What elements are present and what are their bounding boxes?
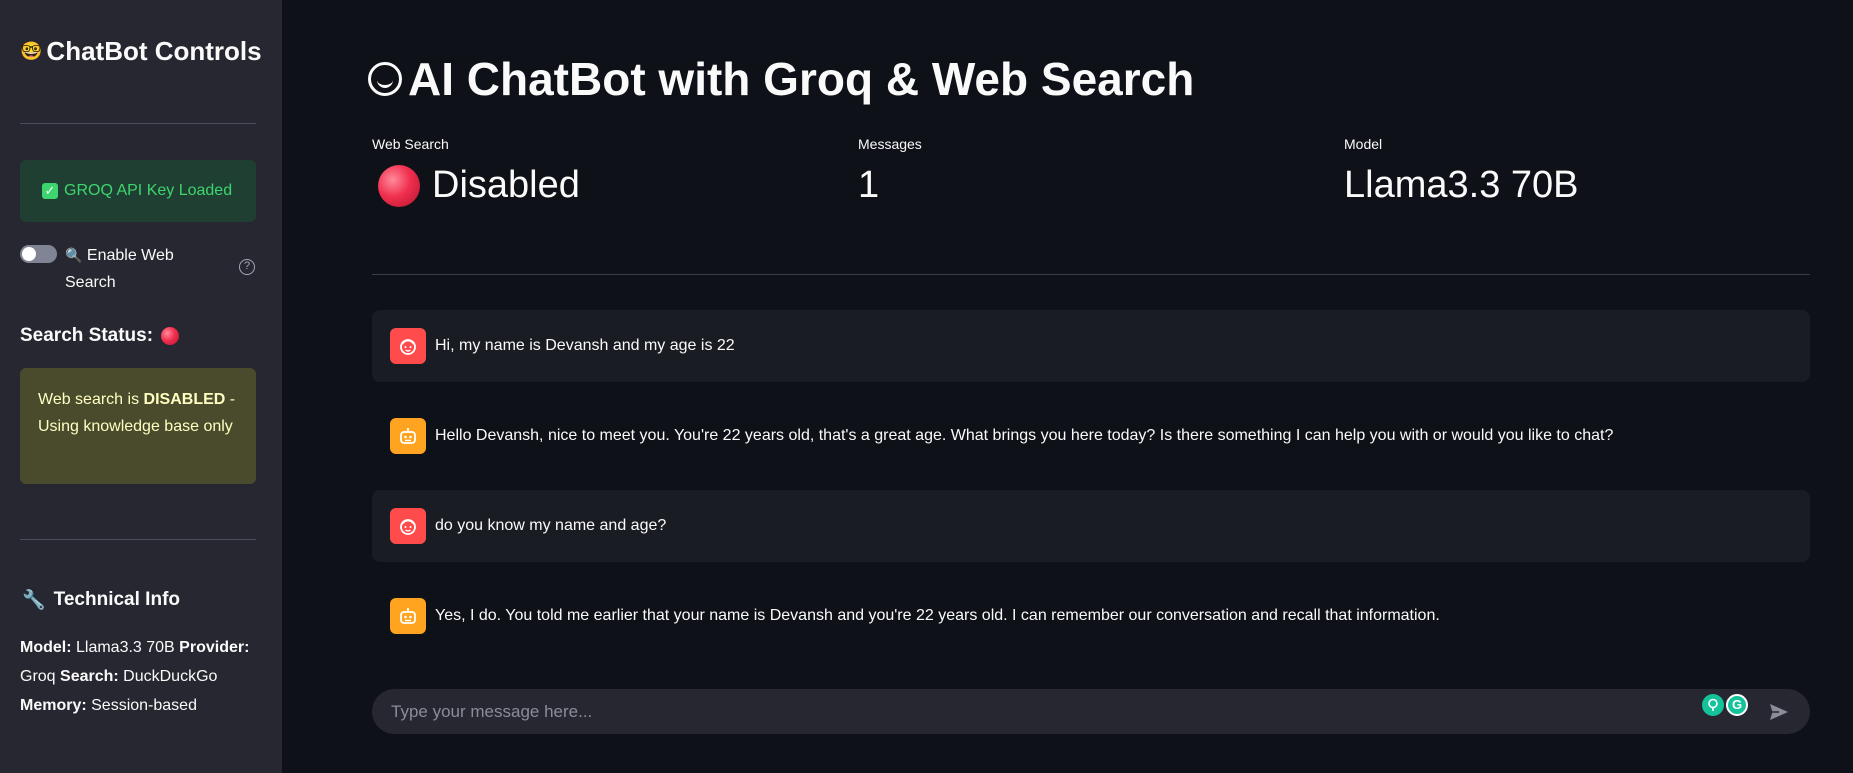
provider-label: Provider: xyxy=(179,639,250,656)
metric-messages-label: Messages xyxy=(858,136,922,152)
chat-message-user: do you know my name and age? xyxy=(372,490,1810,562)
chat-input-bar: G xyxy=(372,689,1810,734)
red-circle-icon xyxy=(161,327,180,345)
search-label: Search: xyxy=(60,668,119,685)
robot-icon xyxy=(390,598,426,634)
web-search-warning: Web search is DISABLED - Using knowledge… xyxy=(20,368,256,484)
sidebar-divider xyxy=(20,123,256,124)
message-text: Yes, I do. You told me earlier that your… xyxy=(435,607,1440,624)
sidebar: 🤓 ChatBot Controls ✓ GROQ API Key Loaded… xyxy=(0,0,282,773)
toggle-label-text: Enable Web Search xyxy=(65,247,174,291)
nerd-face-icon: 🤓 xyxy=(20,41,43,61)
sidebar-title-text: ChatBot Controls xyxy=(46,36,262,66)
technical-info-text: Model: Llama3.3 70B Provider: Groq Searc… xyxy=(20,633,260,720)
robot-icon xyxy=(390,418,426,454)
grammarly-icon[interactable]: G xyxy=(1702,694,1748,716)
nerd-face-icon xyxy=(368,62,402,96)
metric-web-search-label: Web Search xyxy=(372,136,449,152)
message-text: Hi, my name is Devansh and my age is 22 xyxy=(435,337,735,354)
main-divider xyxy=(372,274,1810,275)
warning-prefix: Web search is xyxy=(38,391,144,408)
magnifier-icon: 🔍 xyxy=(65,247,83,263)
metric-model-value: Llama3.3 70B xyxy=(1344,164,1579,206)
search-status: Search Status: xyxy=(20,325,180,347)
warning-emphasis: DISABLED xyxy=(143,391,226,408)
sidebar-title: 🤓 ChatBot Controls xyxy=(20,36,262,67)
technical-info-heading: 🔧 Technical Info xyxy=(22,588,180,612)
page-title: AI ChatBot with Groq & Web Search xyxy=(368,52,1194,106)
help-icon[interactable]: ? xyxy=(239,259,255,275)
wrench-icon: 🔧 xyxy=(22,590,46,611)
check-icon: ✓ xyxy=(42,183,58,199)
technical-info-title: Technical Info xyxy=(53,589,181,610)
grammarly-g-icon: G xyxy=(1726,694,1748,716)
search-status-label: Search Status: xyxy=(20,325,154,346)
model-value: Llama3.3 70B xyxy=(71,639,180,656)
red-circle-icon xyxy=(378,164,420,207)
provider-value: Groq xyxy=(20,668,61,685)
chat-message-user: Hi, my name is Devansh and my age is 22 xyxy=(372,310,1810,382)
web-search-toggle-label[interactable]: 🔍 Enable Web Search xyxy=(65,242,225,296)
search-value: DuckDuckGo xyxy=(118,668,218,685)
model-label: Model: xyxy=(20,639,72,656)
message-text: do you know my name and age? xyxy=(435,517,667,534)
metric-web-search-value: Disabled xyxy=(378,164,580,207)
chat-message-assistant: Hello Devansh, nice to meet you. You're … xyxy=(372,400,1810,472)
web-search-value-text: Disabled xyxy=(432,164,580,206)
web-search-toggle[interactable] xyxy=(20,245,57,263)
metric-model-label: Model xyxy=(1344,136,1383,152)
user-face-icon xyxy=(390,328,426,364)
message-text: Hello Devansh, nice to meet you. You're … xyxy=(435,427,1614,444)
api-status-text: GROQ API Key Loaded xyxy=(64,182,233,199)
metric-messages-value: 1 xyxy=(858,164,880,206)
memory-label: Memory: xyxy=(20,697,87,714)
send-icon[interactable] xyxy=(1768,701,1790,723)
toggle-knob xyxy=(22,247,36,261)
memory-value: Session-based xyxy=(86,697,197,714)
page-title-text: AI ChatBot with Groq & Web Search xyxy=(408,53,1195,105)
user-face-icon xyxy=(390,508,426,544)
lightbulb-icon xyxy=(1702,694,1724,716)
chat-input[interactable] xyxy=(391,701,1691,722)
sidebar-divider xyxy=(20,539,256,540)
api-status-alert: ✓ GROQ API Key Loaded xyxy=(20,160,256,222)
chat-message-assistant: Yes, I do. You told me earlier that your… xyxy=(372,580,1810,652)
